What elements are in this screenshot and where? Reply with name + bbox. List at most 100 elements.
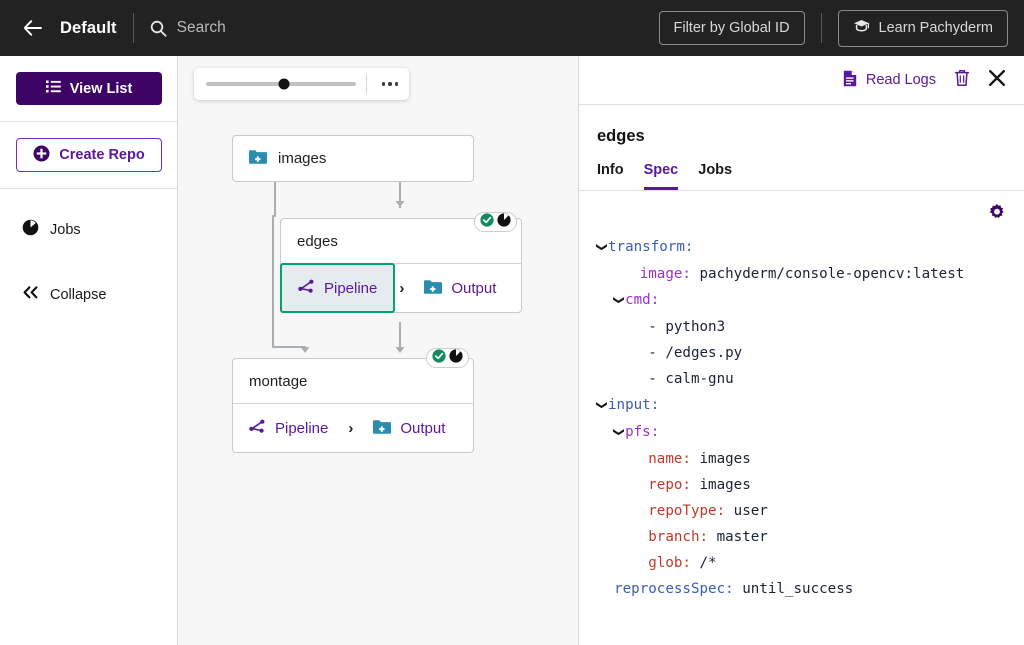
- dag-node-montage-chevron-icon: ›: [348, 419, 354, 437]
- chevron-down-icon[interactable]: ❯: [589, 401, 615, 412]
- spec-value: pachyderm/console-opencv:latest: [699, 266, 965, 282]
- filter-by-global-id-button[interactable]: Filter by Global ID: [658, 11, 805, 45]
- chevron-down-icon[interactable]: ❯: [589, 243, 615, 254]
- search-icon: [150, 20, 167, 37]
- tab-jobs[interactable]: Jobs: [698, 162, 732, 190]
- spec-line: ❯ pfs:: [597, 419, 1006, 446]
- dag-node-montage-pipeline-action[interactable]: Pipeline: [233, 404, 344, 452]
- pie-clock-icon: [497, 212, 511, 232]
- dag-node-edges-label: edges: [297, 232, 338, 250]
- sidebar-section-create: Create Repo: [0, 122, 177, 189]
- dag-node-edges-output-label: Output: [451, 279, 497, 297]
- page-title: edges: [597, 127, 645, 145]
- spec-key: input:: [608, 397, 660, 413]
- search-input[interactable]: Search: [150, 19, 226, 37]
- folder-plus-icon: [249, 149, 267, 168]
- dag-node-edges-badges: [474, 212, 517, 232]
- pipeline-spec-viewer[interactable]: ❯ transform: image: pachyderm/console-op…: [579, 226, 1024, 645]
- spec-key: repoType:: [648, 503, 726, 519]
- plus-circle-icon: [33, 145, 50, 166]
- spec-line: ❯ transform:: [596, 234, 1006, 261]
- dag-node-edges-actions: Pipeline › Output: [280, 263, 521, 313]
- dag-node-edges-pipeline-action[interactable]: Pipeline: [280, 263, 396, 313]
- tab-info[interactable]: Info: [597, 162, 624, 190]
- spec-line: - /edges.py: [597, 340, 1006, 366]
- detail-panel-tabs: Info Spec Jobs: [579, 146, 1024, 191]
- node-graph-icon: [249, 419, 266, 437]
- spec-line: repo: images: [597, 472, 1006, 498]
- top-navigation-bar: Default Search Filter by Global ID Learn…: [0, 0, 1024, 56]
- spec-key: image:: [639, 266, 691, 282]
- spec-key: transform:: [608, 239, 694, 255]
- dag-node-images-label: images: [278, 150, 327, 167]
- workspace-name: Default: [60, 18, 117, 37]
- gear-icon: [988, 203, 1006, 226]
- dag-node-images[interactable]: images: [232, 135, 474, 182]
- dag-node-montage-pipeline-label: Pipeline: [275, 419, 329, 437]
- spec-line: repoType: user: [597, 498, 1006, 524]
- detail-panel-toolbar: Read Logs: [579, 56, 1024, 105]
- dag-node-montage-output-label: Output: [400, 419, 446, 437]
- dag-node-montage-output-action[interactable]: Output: [357, 404, 461, 452]
- dag-node-edges-output-action[interactable]: Output: [408, 264, 512, 312]
- learn-pachyderm-button[interactable]: Learn Pachyderm: [837, 9, 1008, 47]
- dag-node-montage-badges: [426, 348, 469, 368]
- dag-node-montage-label: montage: [249, 372, 308, 390]
- sidebar-item-jobs-label: Jobs: [50, 221, 81, 238]
- delete-button[interactable]: [954, 69, 970, 92]
- tab-spec[interactable]: Spec: [643, 162, 679, 190]
- spec-line: branch: master: [597, 524, 1006, 550]
- node-graph-icon: [298, 279, 315, 297]
- spec-value: master: [716, 529, 768, 545]
- filter-button-label: Filter by Global ID: [673, 20, 790, 36]
- spec-value: images: [699, 477, 751, 493]
- read-logs-label: Read Logs: [865, 72, 936, 88]
- sidebar-item-collapse-label: Collapse: [50, 286, 107, 303]
- spec-value: - calm-gnu: [648, 371, 734, 387]
- create-repo-button[interactable]: Create Repo: [16, 138, 162, 172]
- dag-node-montage-actions: Pipeline › Output: [233, 404, 473, 452]
- trash-icon: [954, 69, 970, 92]
- document-icon: [843, 70, 857, 91]
- dag-node-edges[interactable]: edges Pipeline › Output: [280, 218, 522, 313]
- dag-node-edges-chevron-icon: ›: [399, 279, 405, 297]
- view-list-label: View List: [69, 80, 133, 97]
- header-divider-2: [820, 13, 822, 43]
- pie-clock-icon: [449, 348, 463, 368]
- back-arrow-icon[interactable]: [20, 20, 46, 36]
- spec-tools: [579, 191, 1024, 226]
- view-list-button[interactable]: View List: [16, 72, 162, 105]
- spec-value: until_success: [742, 581, 854, 597]
- dag-canvas[interactable]: images edges Pipeline › Output montage P…: [178, 56, 578, 645]
- check-circle-icon: [432, 348, 446, 368]
- folder-plus-icon: [424, 279, 443, 298]
- create-repo-label: Create Repo: [59, 147, 145, 163]
- spec-line: - calm-gnu: [597, 366, 1006, 392]
- spec-value: /*: [699, 555, 717, 571]
- sidebar-item-collapse[interactable]: Collapse: [16, 278, 161, 311]
- chevron-down-icon[interactable]: ❯: [606, 428, 632, 439]
- learn-button-label: Learn Pachyderm: [878, 20, 993, 36]
- close-panel-button[interactable]: [988, 69, 1006, 92]
- spec-key: glob:: [648, 555, 691, 571]
- main-layout: View List Create Repo Jobs Collapse imag…: [0, 56, 1024, 645]
- spec-value: user: [733, 503, 768, 519]
- topbar-actions: Filter by Global ID Learn Pachyderm: [658, 9, 1008, 47]
- spec-line: ❯ cmd:: [597, 287, 1006, 314]
- chevron-down-icon[interactable]: ❯: [606, 296, 632, 307]
- spec-value: - python3: [648, 319, 726, 335]
- close-icon: [988, 69, 1006, 92]
- read-logs-button[interactable]: Read Logs: [843, 70, 936, 91]
- spec-key: name:: [648, 451, 691, 467]
- search-placeholder: Search: [176, 19, 226, 36]
- pie-clock-icon: [22, 219, 39, 240]
- spec-settings-button[interactable]: [988, 203, 1006, 226]
- spec-line: image: pachyderm/console-opencv:latest: [597, 261, 1006, 287]
- dag-node-montage[interactable]: montage Pipeline › Output: [232, 358, 474, 453]
- sidebar-item-jobs[interactable]: Jobs: [16, 211, 161, 248]
- check-circle-icon: [480, 212, 494, 232]
- detail-panel: Read Logs edges Info Spec Jobs ❯ transfo…: [578, 56, 1024, 645]
- spec-line: glob: /*: [597, 550, 1006, 576]
- sidebar-section-nav: Jobs Collapse: [0, 189, 177, 327]
- sidebar: View List Create Repo Jobs Collapse: [0, 56, 178, 645]
